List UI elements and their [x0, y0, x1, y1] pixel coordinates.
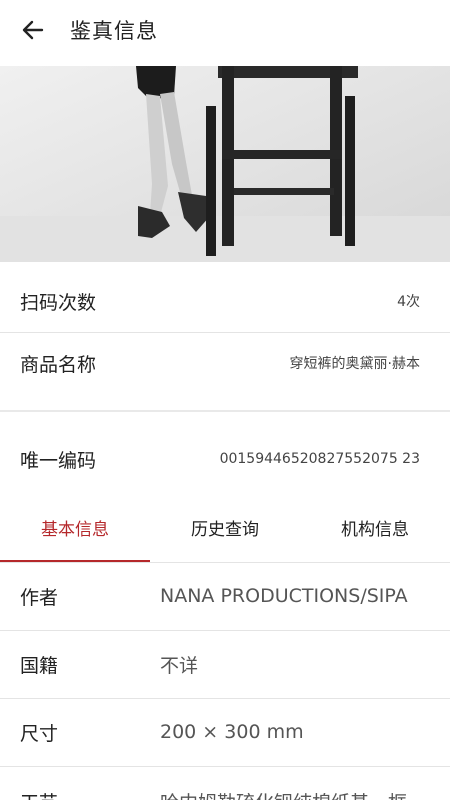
author-value: NANA PRODUCTIONS/SIPA	[160, 585, 408, 607]
craft-label: 工艺	[0, 788, 160, 800]
size-row: 尺寸 200 × 300 mm	[0, 698, 450, 766]
nationality-label: 国籍	[20, 654, 59, 677]
unique-code-label: 唯一编码	[20, 449, 97, 472]
scan-count-label: 扫码次数	[20, 291, 97, 314]
arrow-left-icon	[22, 20, 44, 40]
divider	[0, 410, 450, 412]
photo-illustration	[0, 66, 450, 262]
craft-value: 哈内姆勒硫化钡纯棉纸基，框	[160, 788, 407, 800]
size-value: 200 × 300 mm	[160, 721, 304, 743]
divider	[0, 766, 450, 767]
product-photo	[0, 66, 450, 262]
product-name-label: 商品名称	[20, 353, 97, 376]
unique-code-row: 唯一编码 00159446520827552075 23	[0, 430, 450, 488]
author-label: 作者	[20, 586, 59, 609]
unique-code-value: 00159446520827552075 23	[219, 451, 420, 467]
tab-bar: 基本信息 历史查询 机构信息	[0, 492, 450, 562]
top-bar: 鉴真信息	[0, 0, 450, 60]
tab-institution[interactable]: 机构信息	[300, 492, 450, 562]
product-name-value: 穿短裤的奥黛丽·赫本	[289, 356, 420, 372]
size-label: 尺寸	[20, 722, 59, 745]
page-title: 鉴真信息	[70, 19, 158, 43]
back-button[interactable]	[0, 0, 70, 60]
nationality-value: 不详	[160, 654, 199, 677]
product-name-row: 商品名称 穿短裤的奥黛丽·赫本	[0, 333, 450, 393]
craft-row: 工艺 哈内姆勒硫化钡纯棉纸基，框	[0, 770, 450, 800]
scan-count-value: 4次	[397, 294, 420, 310]
tab-basic-info[interactable]: 基本信息	[0, 492, 150, 562]
scan-count-row: 扫码次数 4次	[0, 270, 450, 332]
nationality-row: 国籍 不详	[0, 630, 450, 698]
author-row: 作者 NANA PRODUCTIONS/SIPA	[0, 562, 450, 630]
tab-history[interactable]: 历史查询	[150, 492, 300, 562]
